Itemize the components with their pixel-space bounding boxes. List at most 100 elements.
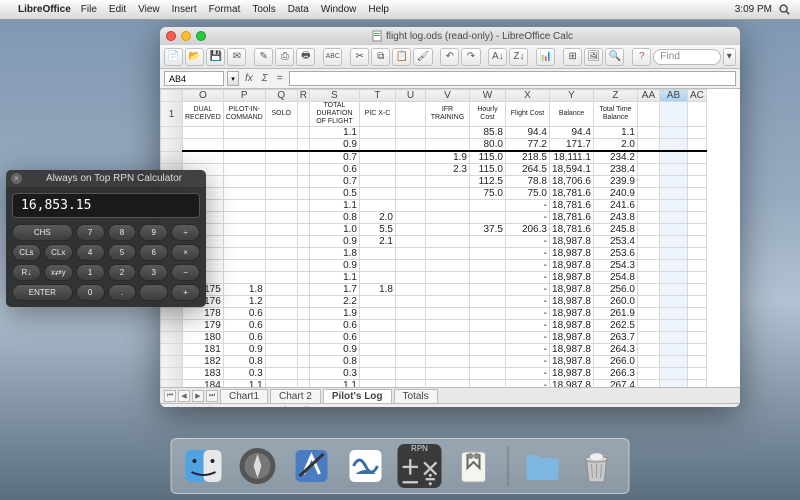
dock-trash-icon[interactable] xyxy=(575,444,619,488)
header-cell[interactable]: DUAL RECEIVED xyxy=(183,102,224,127)
name-box[interactable]: AB4 xyxy=(164,71,224,86)
calc-key-cls[interactable]: CLs xyxy=(12,244,41,261)
header-cell[interactable] xyxy=(395,102,425,127)
cell[interactable] xyxy=(687,272,706,284)
calc-key-[interactable]: . xyxy=(108,284,137,301)
cell[interactable] xyxy=(659,164,687,176)
dock-clipboard-icon[interactable] xyxy=(452,444,496,488)
cell[interactable] xyxy=(659,308,687,320)
cell[interactable] xyxy=(395,248,425,260)
col-header-p[interactable]: P xyxy=(223,90,265,102)
cell[interactable] xyxy=(395,236,425,248)
cell[interactable] xyxy=(297,164,309,176)
cell[interactable] xyxy=(425,332,469,344)
cell[interactable] xyxy=(223,236,265,248)
cell[interactable]: 1.1 xyxy=(309,200,359,212)
cell[interactable] xyxy=(297,356,309,368)
cell[interactable]: 245.8 xyxy=(593,224,637,236)
cell[interactable] xyxy=(265,332,297,344)
cell[interactable]: 1.1 xyxy=(309,272,359,284)
cell[interactable] xyxy=(359,356,395,368)
cell[interactable]: 1.9 xyxy=(309,308,359,320)
spreadsheet-grid[interactable]: OPQRSTUVWXYZAAABAC1DUAL RECEIVEDPILOT-IN… xyxy=(160,89,740,387)
cell[interactable]: 263.7 xyxy=(593,332,637,344)
calc-key-3[interactable]: 3 xyxy=(139,264,168,281)
cell[interactable]: 18,594.1 xyxy=(549,164,593,176)
cell[interactable]: 18,781.6 xyxy=(549,212,593,224)
menu-window[interactable]: Window xyxy=(321,4,357,15)
cell[interactable]: 37.5 xyxy=(469,224,505,236)
cell[interactable] xyxy=(297,284,309,296)
cell[interactable] xyxy=(265,368,297,380)
menu-help[interactable]: Help xyxy=(368,4,389,15)
cell[interactable]: 0.9 xyxy=(309,139,359,152)
cell[interactable]: 1.1 xyxy=(309,127,359,139)
find-input[interactable]: Find xyxy=(653,49,720,65)
cell[interactable] xyxy=(265,248,297,260)
cell[interactable] xyxy=(425,139,469,152)
cell[interactable] xyxy=(395,164,425,176)
cell[interactable] xyxy=(395,212,425,224)
cell[interactable]: 18,987.8 xyxy=(549,332,593,344)
calc-key-4[interactable]: 4 xyxy=(76,244,105,261)
cell[interactable]: 267.4 xyxy=(593,380,637,388)
cell[interactable]: - xyxy=(505,236,549,248)
row-header[interactable]: 1 xyxy=(161,102,183,127)
cell[interactable] xyxy=(265,344,297,356)
cell[interactable] xyxy=(265,127,297,139)
row-header[interactable] xyxy=(161,368,183,380)
cell[interactable] xyxy=(425,248,469,260)
cell[interactable] xyxy=(687,188,706,200)
calc-key-9[interactable]: 9 xyxy=(139,224,168,241)
cell[interactable]: 1.1 xyxy=(593,127,637,139)
col-header-y[interactable]: Y xyxy=(549,90,593,102)
calc-key-[interactable]: − xyxy=(171,264,200,281)
cell[interactable]: 206.3 xyxy=(505,224,549,236)
cell[interactable] xyxy=(359,260,395,272)
zoom-in-icon[interactable]: + xyxy=(675,406,681,407)
cell[interactable] xyxy=(359,188,395,200)
cell[interactable] xyxy=(469,380,505,388)
close-button[interactable] xyxy=(166,31,176,41)
cell[interactable] xyxy=(469,248,505,260)
cell[interactable] xyxy=(265,380,297,388)
cell[interactable] xyxy=(659,176,687,188)
cell[interactable]: 0.6 xyxy=(309,320,359,332)
cell[interactable]: 1.8 xyxy=(223,284,265,296)
cell[interactable]: 239.9 xyxy=(593,176,637,188)
cell[interactable]: 75.0 xyxy=(469,188,505,200)
cell[interactable] xyxy=(687,236,706,248)
cell[interactable]: 0.8 xyxy=(309,356,359,368)
find-next-button[interactable]: ▾ xyxy=(723,48,736,66)
cell[interactable] xyxy=(637,224,659,236)
cell[interactable] xyxy=(687,308,706,320)
cell[interactable] xyxy=(425,236,469,248)
cell[interactable] xyxy=(359,380,395,388)
cell[interactable]: 18,987.8 xyxy=(549,368,593,380)
cell[interactable]: 253.4 xyxy=(593,236,637,248)
cell[interactable] xyxy=(425,368,469,380)
menu-edit[interactable]: Edit xyxy=(109,4,126,15)
cell[interactable] xyxy=(637,212,659,224)
row-header[interactable] xyxy=(161,356,183,368)
cell[interactable] xyxy=(659,139,687,152)
cell[interactable] xyxy=(359,308,395,320)
cell[interactable]: - xyxy=(505,320,549,332)
menu-format[interactable]: Format xyxy=(209,4,241,15)
menu-file[interactable]: File xyxy=(81,4,97,15)
header-cell[interactable]: IFR TRAINING xyxy=(425,102,469,127)
calc-key-clx[interactable]: CLx xyxy=(44,244,73,261)
cell[interactable]: 80.0 xyxy=(469,139,505,152)
cell[interactable] xyxy=(469,236,505,248)
cell[interactable] xyxy=(395,320,425,332)
cell[interactable] xyxy=(297,380,309,388)
header-cell[interactable] xyxy=(297,102,309,127)
cell[interactable] xyxy=(687,164,706,176)
col-header-aa[interactable]: AA xyxy=(637,90,659,102)
cell[interactable]: 18,987.8 xyxy=(549,308,593,320)
col-header-u[interactable]: U xyxy=(395,90,425,102)
cell[interactable]: 18,987.8 xyxy=(549,248,593,260)
cell[interactable]: 253.6 xyxy=(593,248,637,260)
cell[interactable]: 0.6 xyxy=(223,332,265,344)
pdf-button[interactable]: ⎙ xyxy=(275,48,294,66)
